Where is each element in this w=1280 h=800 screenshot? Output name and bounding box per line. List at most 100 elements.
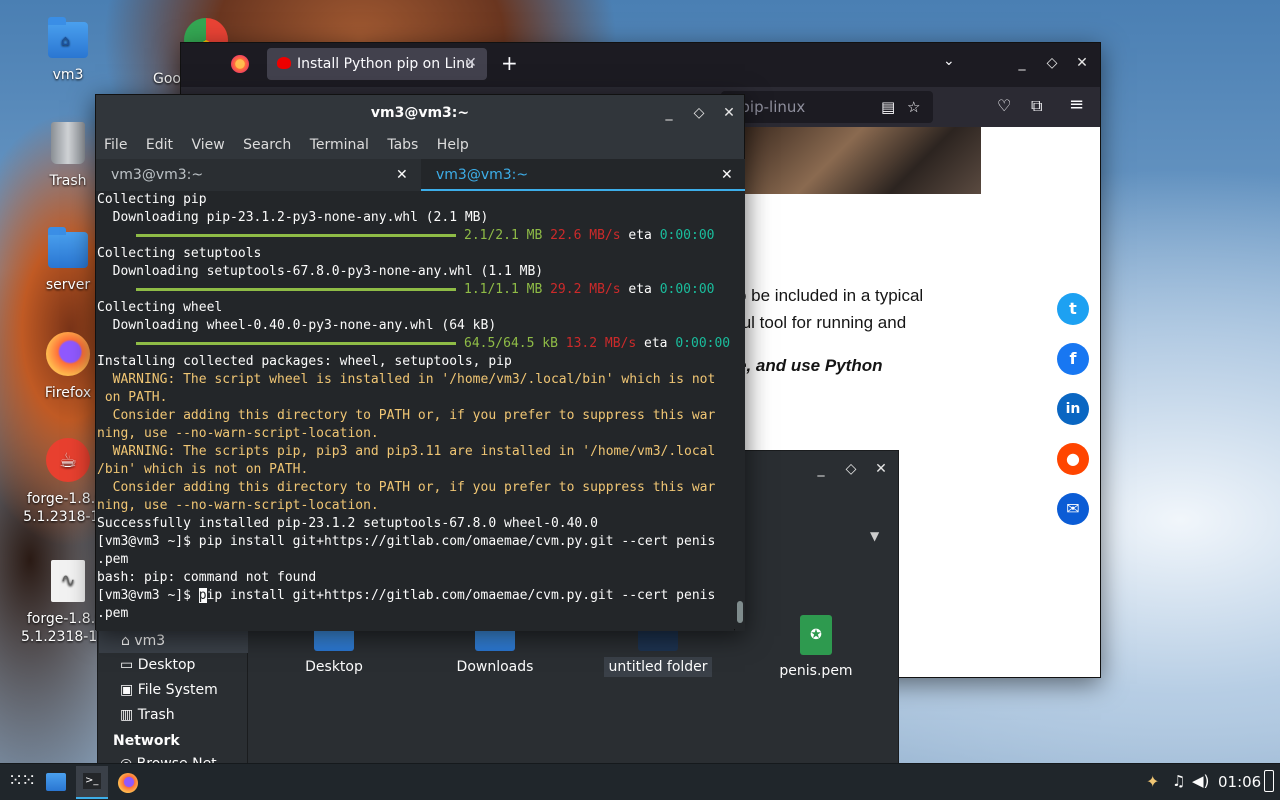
terminal-output[interactable]: Collecting pip Downloading pip-23.1.2-py… [96, 191, 734, 631]
desktop-icon-vm3[interactable]: ⌂ vm3 [13, 17, 123, 84]
firefox-task-icon[interactable] [118, 773, 138, 793]
warning-line: Consider adding this directory to PATH o… [97, 408, 716, 441]
menu-edit[interactable]: Edit [146, 137, 173, 153]
firefox-tab-bar: Install Python pip on Linu ✕ + ⌄ _ ◇ ✕ [181, 43, 1100, 87]
file-icon: ∿ [51, 560, 85, 602]
menu-file[interactable]: File [104, 137, 127, 153]
menu-icon[interactable]: ≡ [1069, 94, 1084, 115]
maximize-icon[interactable]: ◇ [1043, 55, 1061, 71]
cursor: p [198, 588, 207, 603]
terminal-tab-1[interactable]: vm3@vm3:~ ✕ [96, 159, 420, 191]
tab-title: Install Python pip on Linu [297, 56, 475, 72]
firefox-icon [46, 332, 90, 376]
warning-line: WARNING: The scripts pip, pip3 and pip3.… [97, 444, 716, 477]
file-item-penis-pem[interactable]: ✪ penis.pem [776, 615, 856, 679]
twitter-share-icon[interactable]: t [1057, 293, 1089, 325]
taskbar: ⁙⁙ >_ ✦ ♫ ◀) 01:06 [0, 763, 1280, 800]
extensions-icon[interactable]: ⧉ [1031, 96, 1042, 116]
file-label: Desktop [305, 659, 363, 675]
minimize-icon[interactable]: _ [812, 461, 830, 477]
terminal-tab-bar: vm3@vm3:~ ✕ vm3@vm3:~ ✕ [96, 159, 745, 191]
article-line: o be included in a typical [737, 286, 924, 305]
menu-view[interactable]: View [191, 137, 224, 153]
notifications-icon[interactable]: ♫ [1172, 772, 1185, 790]
tab-label: vm3@vm3:~ [436, 167, 529, 183]
progress-line: 1.1/1.1 MB 29.2 MB/s eta 0:00:00 [97, 281, 734, 299]
output-line: Collecting wheel [97, 300, 223, 315]
facebook-share-icon[interactable]: f [1057, 343, 1089, 375]
terminal-title-bar: vm3@vm3:~ _ ◇ ✕ [96, 95, 744, 131]
java-icon: ☕ [46, 438, 90, 482]
progress-bar [136, 342, 456, 345]
maximize-icon[interactable]: ◇ [842, 461, 860, 477]
desktop-icon-label: server [45, 277, 91, 293]
command-line: [vm3@vm3 ~]$ pip install git+https://git… [97, 588, 716, 621]
certificate-file-icon: ✪ [800, 615, 832, 655]
sidebar-item-trash[interactable]: ▥ Trash [120, 707, 175, 723]
command-line: [vm3@vm3 ~]$ pip install git+https://git… [97, 534, 716, 567]
minimize-icon[interactable]: _ [1013, 55, 1031, 71]
progress-bar [136, 288, 456, 291]
tab-list-icon[interactable]: ⌄ [943, 53, 955, 69]
menu-tabs[interactable]: Tabs [387, 137, 418, 153]
terminal-scrollbar[interactable] [735, 191, 745, 631]
output-line: Collecting pip [97, 192, 207, 207]
reddit-share-icon[interactable]: ● [1057, 443, 1089, 475]
article-text: o be included in a typical ful tool for … [737, 282, 967, 379]
path-dropdown-icon[interactable]: ▼ [870, 529, 879, 543]
firefox-tab[interactable]: Install Python pip on Linu [267, 48, 487, 80]
email-share-icon[interactable]: ✉ [1057, 493, 1089, 525]
app-launcher-icon[interactable]: ⁙⁙ [8, 770, 36, 791]
home-icon: ⌂ [121, 633, 130, 649]
sidebar-label: Desktop [137, 657, 196, 673]
window-title: vm3@vm3:~ [370, 105, 470, 121]
tab-close-icon[interactable]: ✕ [465, 55, 477, 71]
sidebar-item-filesystem[interactable]: ▣ File System [120, 682, 218, 698]
new-tab-icon[interactable]: + [501, 51, 518, 75]
trash-icon: ▥ [120, 707, 134, 723]
close-icon[interactable]: ✕ [872, 461, 890, 477]
file-label: Downloads [456, 659, 534, 675]
volume-icon[interactable]: ◀) [1192, 772, 1209, 790]
minimize-icon[interactable]: _ [660, 95, 678, 131]
url-text: -pip-linux [735, 98, 806, 116]
tab-close-icon[interactable]: ✕ [721, 159, 733, 191]
linkedin-share-icon[interactable]: in [1057, 393, 1089, 425]
maximize-icon[interactable]: ◇ [690, 95, 708, 131]
terminal-task-icon[interactable]: >_ [76, 766, 108, 799]
output-line: Downloading pip-23.1.2-py3-none-any.whl … [97, 210, 489, 225]
tab-close-icon[interactable]: ✕ [396, 159, 408, 191]
output-line: Installing collected packages: wheel, se… [97, 354, 512, 369]
system-tray-bee-icon[interactable]: ✦ [1146, 772, 1159, 791]
desktop-icon-label: vm3 [52, 67, 84, 83]
firefox-view-icon[interactable] [231, 55, 249, 73]
desktop-icon: ▭ [120, 657, 134, 673]
menu-search[interactable]: Search [243, 137, 291, 153]
close-icon[interactable]: ✕ [1073, 55, 1091, 71]
clock[interactable]: 01:06 [1218, 773, 1261, 791]
terminal-tab-2-active[interactable]: vm3@vm3:~ ✕ [421, 159, 745, 191]
sidebar-heading-network: Network [113, 733, 180, 749]
file-manager-task-icon[interactable] [46, 773, 66, 791]
scrollbar-thumb[interactable] [737, 601, 743, 623]
file-label: untitled folder [604, 657, 712, 677]
sidebar-label: vm3 [134, 633, 166, 649]
article-line: ful tool for running and [737, 313, 907, 332]
hero-image [741, 127, 981, 194]
menu-terminal[interactable]: Terminal [310, 137, 369, 153]
sidebar-item-vm3[interactable]: ⌂ vm3 [99, 629, 248, 653]
sidebar-item-desktop[interactable]: ▭ Desktop [120, 657, 195, 673]
url-bar[interactable]: -pip-linux ▤ ☆ [721, 91, 933, 123]
bookmark-star-icon[interactable]: ☆ [907, 91, 920, 123]
pocket-icon[interactable]: ♡ [997, 96, 1011, 115]
menu-help[interactable]: Help [437, 137, 469, 153]
show-desktop-icon[interactable] [1264, 770, 1274, 792]
terminal-window: vm3@vm3:~ _ ◇ ✕ File Edit View Search Te… [95, 94, 745, 631]
redhat-favicon-icon [277, 57, 291, 69]
progress-line: 64.5/64.5 kB 13.2 MB/s eta 0:00:00 [97, 335, 734, 353]
close-icon[interactable]: ✕ [720, 95, 738, 131]
desktop-icon-label: Firefox [44, 385, 92, 401]
drive-icon: ▣ [120, 682, 134, 698]
folder-icon [48, 227, 88, 268]
reader-view-icon[interactable]: ▤ [881, 91, 895, 123]
